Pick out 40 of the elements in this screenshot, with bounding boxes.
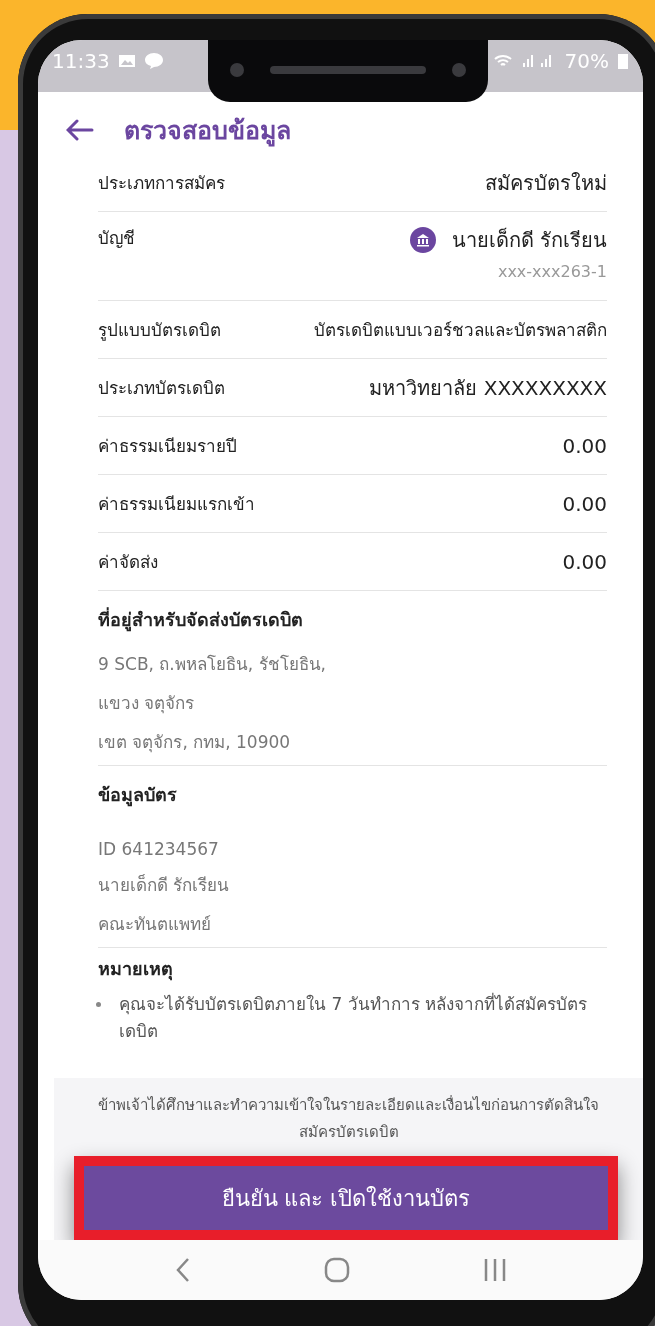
back-icon[interactable] — [174, 1257, 191, 1283]
recent-apps-icon[interactable] — [482, 1258, 507, 1282]
field-value: 0.00 — [562, 549, 607, 574]
field-label: ค่าจัดส่ง — [98, 551, 158, 574]
note-title: หมายเหตุ — [98, 957, 174, 983]
chat-bubble-icon — [143, 52, 164, 70]
image-icon — [117, 53, 136, 69]
card-info-line: ID 641234567 — [98, 839, 220, 859]
field-value: 0.00 — [562, 433, 607, 458]
section-title: ที่อยู่สำหรับจัดส่งบัตรเดบิต — [98, 606, 304, 634]
battery-level: 70% — [564, 49, 609, 73]
battery-icon — [617, 52, 629, 70]
page-title: ตรวจสอบข้อมูล — [124, 115, 291, 149]
disclaimer-text: ข้าพเจ้าได้ศึกษาและทำความเข้าใจในรายละเอียดและเงื่อนไขก่อนการตัดสินใจสมัครบัตรเดบิต — [97, 1094, 600, 1143]
address-line: แขวง จตุจักร — [98, 692, 196, 716]
field-label: ค่าธรรมเนียมรายปี — [98, 435, 237, 458]
field-label: ประเภทการสมัคร — [98, 172, 225, 195]
status-time: 11:33 — [52, 49, 110, 73]
field-label: ประเภทบัตรเดบิต — [98, 377, 225, 400]
field-label: บัญชี — [98, 227, 135, 250]
section-title: ข้อมูลบัตร — [98, 783, 178, 809]
bank-icon — [409, 227, 436, 253]
address-line: เขต จตุจักร, กทม, 10900 — [98, 731, 292, 755]
field-value: มหาวิทยาลัย XXXXXXXXX — [369, 374, 607, 402]
confirm-button[interactable]: ยืนยัน และ เปิดใช้งานบัตร — [74, 1156, 618, 1240]
back-arrow-icon[interactable] — [66, 119, 94, 141]
field-value: สมัครบัตรใหม่ — [485, 169, 607, 197]
card-info-line: คณะทันตแพทย์ — [98, 913, 212, 936]
field-label: ค่าธรรมเนียมแรกเข้า — [98, 493, 255, 516]
note-text: คุณจะได้รับบัตรเดบิตภายใน 7 วันทำการ หลังจากที่ได้สมัครบัตรเดบิต — [119, 991, 589, 1044]
field-value: บัตรเดบิตแบบเวอร์ชวลและบัตรพลาสติก — [314, 319, 607, 342]
account-number: xxx-xxx263-1 — [497, 262, 607, 281]
account-name: นายเด็กดี รักเรียน — [451, 226, 607, 254]
card-info-line: นายเด็กดี รักเรียน — [98, 873, 231, 897]
address-line: 9 SCB, ถ.พหลโยธิน, รัชโยธิน, — [98, 653, 327, 676]
bullet-icon — [96, 1002, 101, 1007]
home-icon[interactable] — [323, 1257, 350, 1283]
field-label: รูปแบบบัตรเดบิต — [98, 319, 221, 343]
wifi-icon — [492, 53, 513, 69]
field-value: 0.00 — [562, 491, 607, 516]
